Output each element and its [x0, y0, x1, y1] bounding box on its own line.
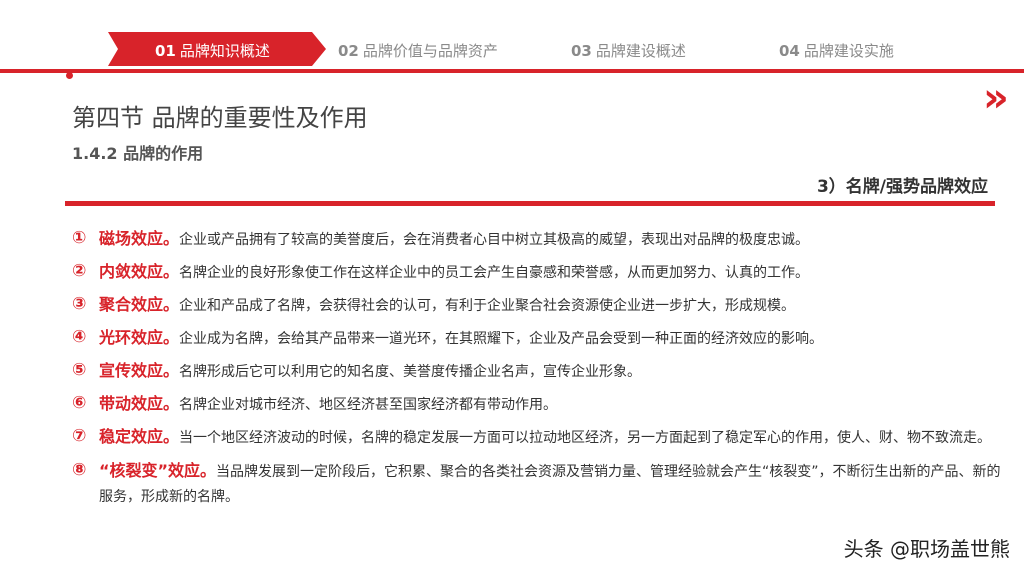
item-term: “核裂变”效应。 [99, 461, 217, 480]
item-text: 企业或产品拥有了较高的美誉度后，会在消费者心目中树立其极高的威望，表现出对品牌的… [179, 232, 810, 248]
item-text: 企业和产品成了名牌，会获得社会的认可，有利于企业聚合社会资源使企业进一步扩大，形… [179, 298, 796, 314]
item-term: 带动效应。 [99, 394, 180, 413]
item-text: 当一个地区经济波动的时候，名牌的稳定发展一方面可以拉动地区经济，另一方面起到了稳… [179, 430, 992, 446]
double-chevron-icon: » [983, 75, 1009, 121]
nav-dot [66, 72, 73, 79]
list-item: ⑧ “核裂变”效应。当品牌发展到一定阶段后，它积累、聚合的各类社会资源及营销力量… [72, 458, 1004, 510]
item-term: 稳定效应。 [99, 427, 180, 446]
item-term: 光环效应。 [99, 328, 180, 347]
item-number: ③ [72, 294, 87, 314]
item-number: ⑧ [72, 460, 87, 480]
item-text: 企业成为名牌，会给其产品带来一道光环，在其照耀下，企业及产品会受到一种正面的经济… [179, 331, 824, 347]
list-item: ② 内敛效应。名牌企业的良好形象使工作在这样企业中的员工会产生自豪感和荣誉感，从… [72, 259, 1004, 286]
list-item: ⑤ 宣传效应。名牌形成后它可以利用它的知名度、美誉度传播企业名声，宣传企业形象。 [72, 358, 1004, 385]
item-term: 宣传效应。 [99, 361, 180, 380]
effects-list: ① 磁场效应。企业或产品拥有了较高的美誉度后，会在消费者心目中树立其极高的威望，… [72, 226, 1004, 517]
item-text: 名牌企业的良好形象使工作在这样企业中的员工会产生自豪感和荣誉感，从而更加努力、认… [179, 265, 810, 281]
list-item: ① 磁场效应。企业或产品拥有了较高的美誉度后，会在消费者心目中树立其极高的威望，… [72, 226, 1004, 253]
item-term: 内敛效应。 [99, 262, 180, 281]
item-number: ② [72, 261, 87, 281]
sub-title: 1.4.2 品牌的作用 [72, 144, 204, 163]
item-term: 聚合效应。 [99, 295, 180, 314]
tab-brand-building-implementation[interactable]: 04 品牌建设实施 [779, 40, 894, 61]
watermark: 头条 @职场盖世熊 [843, 537, 1010, 561]
item-text: 名牌企业对城市经济、地区经济甚至国家经济都有带动作用。 [179, 397, 558, 413]
nav-divider [0, 69, 1024, 73]
item-number: ⑦ [72, 426, 87, 446]
item-number: ⑥ [72, 393, 87, 413]
item-number: ⑤ [72, 360, 87, 380]
list-item: ④ 光环效应。企业成为名牌，会给其产品带来一道光环，在其照耀下，企业及产品会受到… [72, 325, 1004, 352]
list-item: ⑥ 带动效应。名牌企业对城市经济、地区经济甚至国家经济都有带动作用。 [72, 391, 1004, 418]
tab-brand-knowledge[interactable]: 01 品牌知识概述 [155, 40, 270, 61]
item-text: 名牌形成后它可以利用它的知名度、美誉度传播企业名声，宣传企业形象。 [179, 364, 642, 380]
topic-heading: 3）名牌/强势品牌效应 [816, 177, 988, 197]
item-term: 磁场效应。 [99, 229, 180, 248]
list-item: ⑦ 稳定效应。当一个地区经济波动的时候，名牌的稳定发展一方面可以拉动地区经济，另… [72, 424, 1004, 451]
topic-divider [65, 201, 995, 206]
item-number: ④ [72, 327, 87, 347]
item-number: ① [72, 228, 87, 248]
list-item: ③ 聚合效应。企业和产品成了名牌，会获得社会的认可，有利于企业聚合社会资源使企业… [72, 292, 1004, 319]
tab-brand-building-overview[interactable]: 03 品牌建设概述 [571, 40, 686, 61]
section-title: 第四节 品牌的重要性及作用 [72, 104, 368, 132]
top-navigation: 01 品牌知识概述 02 品牌价值与品牌资产 03 品牌建设概述 04 品牌建设实施 [0, 30, 1024, 68]
tab-brand-value[interactable]: 02 品牌价值与品牌资产 [338, 40, 498, 61]
item-text: 当品牌发展到一定阶段后，它积累、聚合的各类社会资源及营销力量、管理经验就会产生“… [99, 464, 1001, 505]
